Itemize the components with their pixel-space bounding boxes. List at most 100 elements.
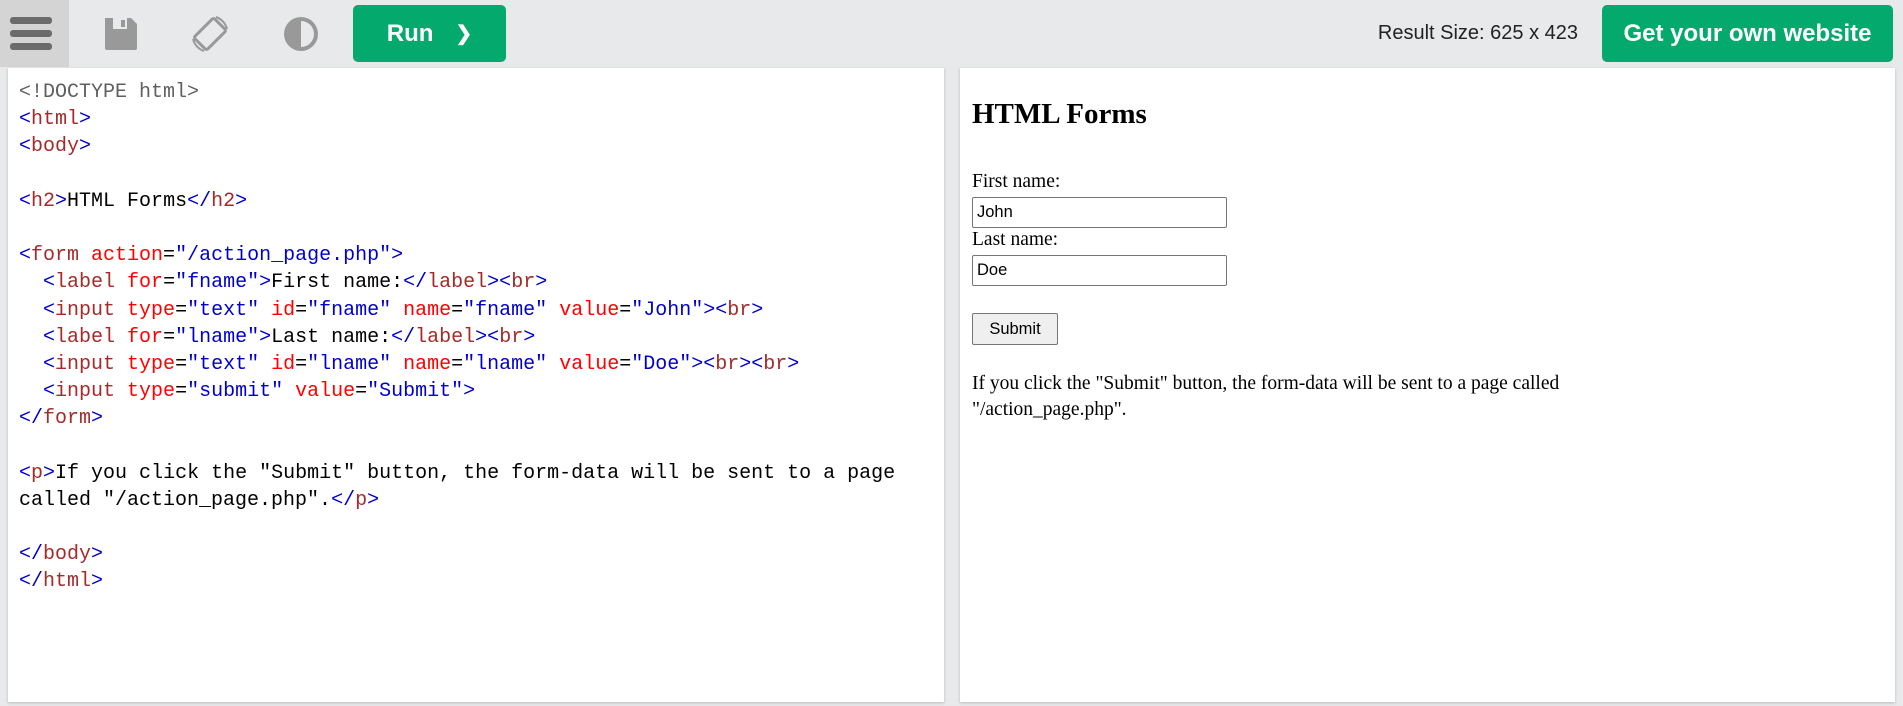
code-token-tag: h2: [211, 189, 236, 213]
code-token-br: >: [259, 325, 272, 349]
code-token-br: </: [331, 488, 356, 512]
code-token-br: ><: [703, 298, 728, 322]
code-token-br: >: [79, 108, 92, 132]
code-token-br: ><: [475, 325, 500, 349]
code-token-txt: =: [355, 380, 368, 404]
save-icon[interactable]: [101, 14, 141, 54]
code-token-br: ><: [691, 352, 716, 376]
code-token-br: <: [19, 461, 32, 485]
result-heading: HTML Forms: [972, 98, 1147, 130]
code-line: </html>: [19, 568, 895, 595]
code-token-br: <: [19, 244, 32, 268]
code-token-val: "Doe": [631, 352, 692, 376]
code-token-val: "fname": [463, 298, 548, 322]
code-line: called "/action_page.php".</p>: [19, 487, 895, 514]
code-token-br: >: [751, 298, 764, 322]
code-token-val: "fname": [175, 271, 260, 295]
code-token-tag: br: [715, 352, 740, 376]
code-token-br: <: [19, 189, 32, 213]
code-token-br: >: [535, 271, 548, 295]
code-token-br: >: [259, 271, 272, 295]
code-token-tag: form: [31, 244, 80, 268]
code-token-br: <: [19, 135, 32, 159]
rotate-orientation-icon[interactable]: [190, 14, 230, 54]
code-token-br: ><: [487, 271, 512, 295]
code-line: <form action="/action_page.php">: [19, 242, 895, 269]
result-size: Result Size: 625 x 423: [1377, 22, 1578, 44]
code-line: <!DOCTYPE html>: [19, 79, 895, 106]
code-token-attr: type: [115, 352, 176, 376]
code-token-tag: html: [43, 570, 92, 594]
code-token-br: <: [43, 325, 56, 349]
code-token-txt: =: [295, 352, 308, 376]
code-content[interactable]: <!DOCTYPE html> <html> <body> <h2>HTML Form…: [19, 79, 895, 596]
last-name-label: Last name:: [972, 229, 1059, 250]
run-button[interactable]: Run ❯: [353, 5, 506, 62]
code-token-br: >: [523, 325, 536, 349]
code-token-val: "lname": [175, 325, 260, 349]
toolbar: Run ❯ Result Size: 625 x 423 Get your ow…: [0, 0, 1903, 67]
code-token-tag: body: [31, 135, 80, 159]
code-token-tag: form: [43, 407, 92, 431]
code-token-tag: input: [55, 298, 116, 322]
code-token-br: >: [463, 380, 476, 404]
code-editor[interactable]: <!DOCTYPE html> <html> <body> <h2>HTML Form…: [8, 68, 944, 702]
code-token-br: <: [19, 108, 32, 132]
code-token-txt: =: [295, 298, 308, 322]
code-line: <label for="lname">Last name:</label><br…: [19, 324, 895, 351]
menu-button[interactable]: [0, 0, 69, 67]
code-token-val: "submit": [187, 380, 284, 404]
code-token-val: "Submit": [367, 380, 464, 404]
code-token-br: >: [391, 244, 404, 268]
code-token-val: "fname": [307, 298, 392, 322]
code-token-tag: br: [727, 298, 752, 322]
code-token-br: >: [43, 461, 56, 485]
code-token-tag: label: [55, 325, 116, 349]
last-name-input[interactable]: [972, 255, 1227, 286]
contrast-icon[interactable]: [281, 14, 321, 54]
code-token-attr: for: [115, 271, 164, 295]
code-token-txt: =: [451, 298, 464, 322]
code-token-tag: p: [31, 461, 44, 485]
code-token-attr: type: [115, 380, 176, 404]
code-token-attr: value: [547, 298, 620, 322]
code-token-val: "lname": [307, 352, 392, 376]
code-token-br: <: [43, 380, 56, 404]
code-token-br: >: [91, 407, 104, 431]
code-token-attr: action: [79, 244, 164, 268]
code-token-br: >: [787, 352, 800, 376]
code-token-tag: label: [427, 271, 488, 295]
code-line: <html>: [19, 106, 895, 133]
code-token-tag: br: [499, 325, 524, 349]
code-token-br: >: [235, 189, 248, 213]
code-token-txt: =: [175, 298, 188, 322]
first-name-input[interactable]: [972, 197, 1227, 228]
code-line: <h2>HTML Forms</h2>: [19, 188, 895, 215]
code-line: </body>: [19, 541, 895, 568]
get-your-own-website-button[interactable]: Get your own website: [1602, 5, 1893, 62]
code-token-attr: name: [391, 298, 452, 322]
code-token-tag: body: [43, 543, 92, 567]
code-token-txt: Last name:: [271, 325, 392, 349]
code-token-attr: id: [259, 298, 296, 322]
submit-button[interactable]: Submit: [972, 313, 1058, 345]
code-token-attr: value: [283, 380, 356, 404]
code-line: <input type="text" id="lname" name="lnam…: [19, 351, 895, 378]
paragraph-line: If you click the "Submit" button, the fo…: [972, 373, 1560, 394]
result-paragraph: If you click the "Submit" button, the fo…: [972, 371, 1872, 423]
code-line: <input type="submit" value="Submit">: [19, 378, 895, 405]
code-token-br: <: [43, 352, 56, 376]
code-token-tag: label: [415, 325, 476, 349]
code-token-br: <: [43, 271, 56, 295]
code-token-txt: If you click the "Submit" button, the fo…: [55, 461, 896, 485]
code-token-val: "/action_page.php": [175, 244, 392, 268]
code-token-tag: p: [355, 488, 368, 512]
